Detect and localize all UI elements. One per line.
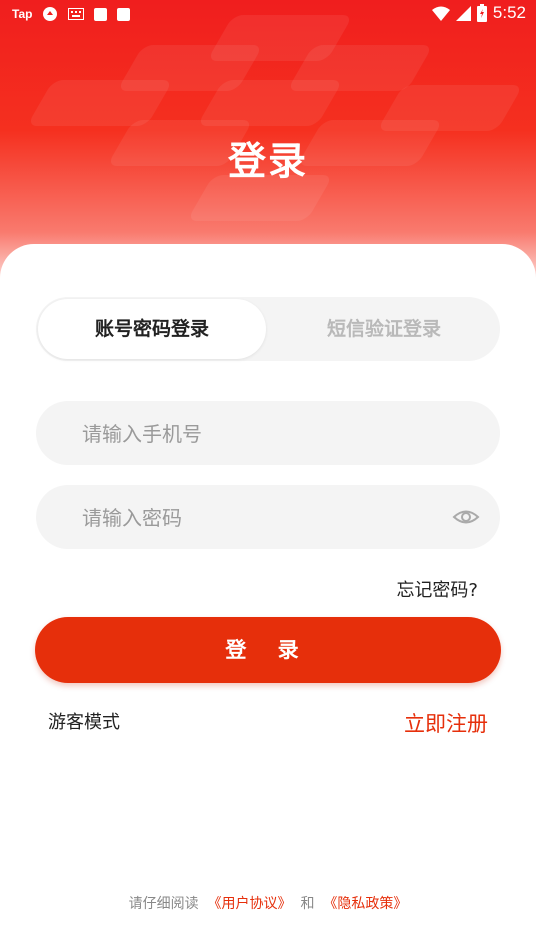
user-agreement-link[interactable]: 《用户协议》 xyxy=(208,896,292,912)
agreement-notice: 请仔细阅读 《用户协议》 和 《隐私政策》 xyxy=(0,893,536,913)
agreement-prefix: 请仔细阅读 xyxy=(128,896,199,912)
signal-icon xyxy=(455,5,471,21)
agreement-and: 和 xyxy=(300,896,315,912)
background-pattern xyxy=(196,80,344,126)
phone-input[interactable] xyxy=(80,401,444,467)
battery-icon xyxy=(476,4,487,22)
eye-icon[interactable] xyxy=(452,505,480,529)
phone-field xyxy=(36,401,500,467)
tab-password-login[interactable]: 账号密码登录 xyxy=(38,299,266,359)
clock: 5:52 xyxy=(492,3,526,22)
tab-sms-login[interactable]: 短信验证登录 xyxy=(268,297,500,361)
keyboard-icon xyxy=(68,8,85,20)
password-field xyxy=(36,485,500,551)
notification-icon xyxy=(117,7,131,21)
sync-icon xyxy=(43,7,58,21)
password-input[interactable] xyxy=(80,485,444,551)
wifi-icon xyxy=(431,6,450,21)
privacy-policy-link[interactable]: 《隐私政策》 xyxy=(323,896,407,912)
status-bar: Tap 5:52 xyxy=(0,0,536,28)
tap-app-icon: Tap xyxy=(12,7,33,21)
login-button[interactable]: 登 录 xyxy=(35,617,501,683)
forgot-password-link[interactable]: 忘记密码? xyxy=(396,576,478,602)
notification-icon xyxy=(94,7,108,21)
guest-mode-link[interactable]: 游客模式 xyxy=(48,708,120,734)
register-link[interactable]: 立即注册 xyxy=(404,708,488,738)
page-title: 登录 xyxy=(227,139,308,183)
login-method-tabs: 账号密码登录 短信验证登录 xyxy=(36,297,500,361)
